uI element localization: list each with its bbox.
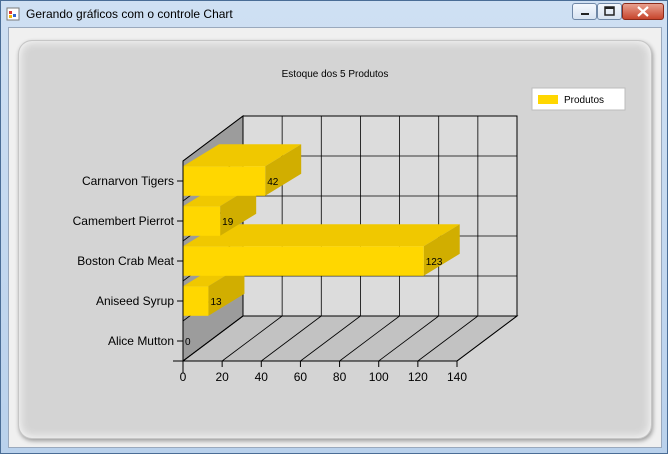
data-label: 123 (426, 257, 443, 268)
category-label: Aniseed Syrup (96, 294, 174, 308)
x-tick-label: 0 (180, 370, 187, 384)
bar-front (183, 286, 209, 316)
bar-chart: Estoque dos 5 Produtos 0 13 123 19 42 Alice Mu… (73, 69, 626, 384)
x-tick-label: 100 (369, 370, 389, 384)
chart-title: Estoque dos 5 Produtos (282, 69, 389, 80)
window-title: Gerando gráficos com o controle Chart (26, 7, 233, 21)
category-label: Camembert Pierrot (73, 214, 175, 228)
data-label: 13 (210, 297, 222, 308)
legend: Produtos (531, 87, 626, 111)
bar-front (183, 166, 266, 196)
x-tick-label: 140 (447, 370, 467, 384)
x-tick-label: 120 (408, 370, 428, 384)
data-label: 0 (185, 337, 191, 348)
minimize-icon (581, 13, 589, 15)
category-label: Alice Mutton (108, 334, 174, 348)
app-icon (6, 7, 20, 21)
legend-label: Produtos (564, 95, 604, 106)
maximize-icon (604, 6, 615, 16)
close-icon (637, 6, 649, 17)
x-tick-label: 80 (333, 370, 347, 384)
app-window: Gerando gráficos com o controle Chart Es… (0, 0, 668, 454)
bar-front (183, 206, 221, 236)
x-tick-label: 60 (294, 370, 308, 384)
category-label: Boston Crab Meat (77, 254, 174, 268)
maximize-button[interactable] (597, 3, 622, 20)
close-button[interactable] (622, 3, 664, 20)
legend-swatch (538, 95, 558, 104)
title-bar[interactable]: Gerando gráficos com o controle Chart (1, 1, 667, 27)
x-tick-label: 20 (215, 370, 229, 384)
data-label: 42 (267, 177, 279, 188)
chart-control[interactable]: Estoque dos 5 Produtos 0 13 123 19 42 Alice Mu… (18, 40, 652, 439)
data-label: 19 (222, 217, 234, 228)
bar-front (183, 246, 424, 276)
minimize-button[interactable] (572, 3, 597, 20)
x-tick-label: 40 (255, 370, 269, 384)
form-client-area: Estoque dos 5 Produtos 0 13 123 19 42 Alice Mu… (8, 27, 662, 448)
category-label: Carnarvon Tigers (82, 174, 174, 188)
